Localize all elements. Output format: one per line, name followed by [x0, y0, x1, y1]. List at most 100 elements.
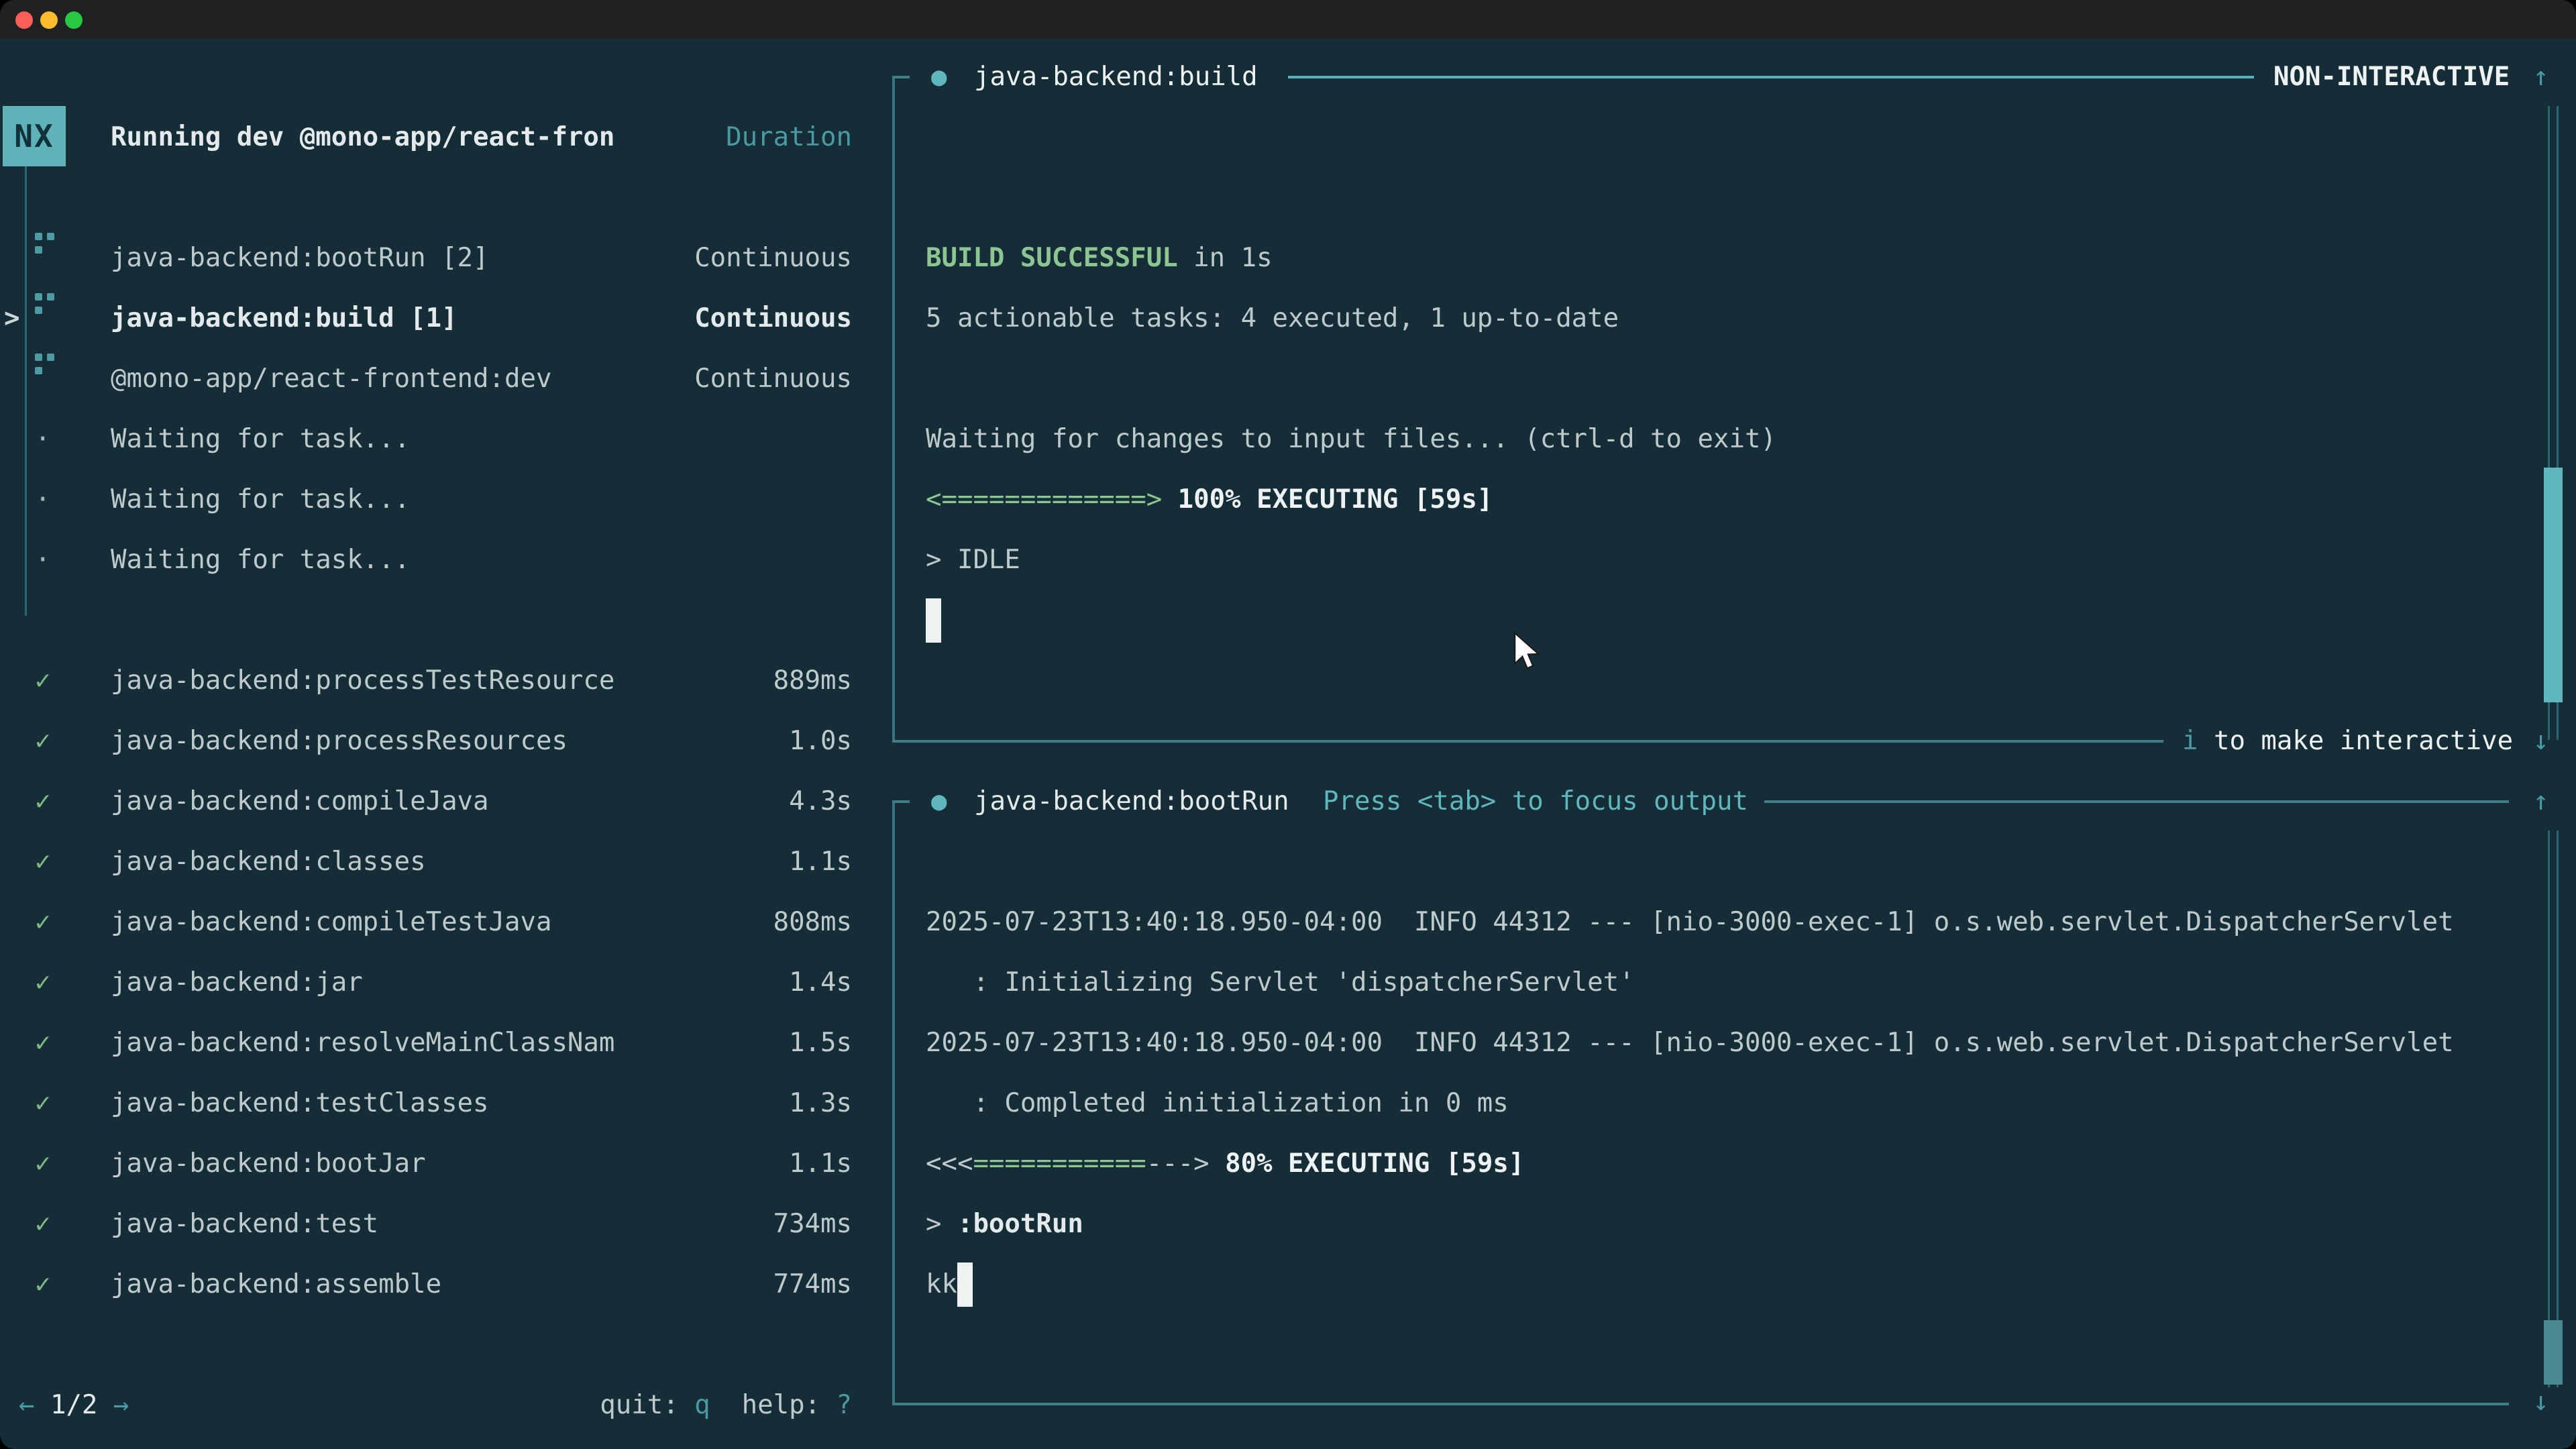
close-button[interactable]	[15, 11, 33, 29]
scroll-up-icon[interactable]: ↑	[2533, 47, 2548, 107]
check-icon: ✓	[35, 1134, 50, 1194]
task-duration: 1.0s	[111, 711, 852, 771]
build-scrollbar-thumb[interactable]	[2544, 468, 2563, 702]
check-icon: ✓	[35, 1254, 50, 1315]
selection-marker: >	[4, 288, 19, 349]
bootrun-scrollbar-track[interactable]	[2548, 830, 2559, 1387]
check-icon: ✓	[35, 953, 50, 1013]
log-line: : Completed initialization in 0 ms	[926, 1073, 1509, 1134]
progress-bar: ===========	[973, 1148, 1146, 1179]
bootrun-panel-title-rule	[1764, 800, 2509, 803]
interactive-hint-key: i	[2182, 726, 2198, 756]
nx-logo: NX	[3, 106, 66, 166]
log-line: 2025-07-23T13:40:18.950-04:00 INFO 44312…	[926, 892, 2454, 953]
spinner-icon	[35, 233, 42, 240]
build-panel-border-stub	[892, 76, 910, 78]
bootrun-progress-line: <<<===========---> 80% EXECUTING [59s]	[926, 1134, 1524, 1194]
waiting-dot-icon: ·	[35, 470, 50, 530]
waiting-dot-icon: ·	[35, 530, 50, 590]
minimize-button[interactable]	[40, 11, 58, 29]
check-icon: ✓	[35, 1194, 50, 1254]
maximize-button[interactable]	[65, 11, 83, 29]
task-status: Continuous	[111, 349, 852, 409]
build-progress-line: <=============> 100% EXECUTING [59s]	[926, 470, 1493, 530]
task-tree-line	[25, 166, 27, 616]
bootrun-scrollbar-thumb[interactable]	[2544, 1320, 2563, 1385]
build-result: BUILD SUCCESSFUL	[926, 243, 1178, 273]
prompt-line: > :bootRun	[926, 1194, 1083, 1254]
prompt-command: :bootRun	[957, 1209, 1083, 1239]
check-icon: ✓	[35, 711, 50, 771]
page-indicator: 1/2	[34, 1390, 113, 1420]
task-duration: 734ms	[111, 1194, 852, 1254]
interactive-hint: i to make interactive	[2182, 711, 2513, 771]
build-panel-bottom-border	[892, 740, 2163, 743]
help-key: ?	[837, 1390, 852, 1420]
noninteractive-badge: NON-INTERACTIVE	[2273, 47, 2510, 107]
mouse-cursor-icon	[1513, 632, 1542, 672]
check-icon: ✓	[35, 651, 50, 711]
check-icon: ✓	[35, 892, 50, 953]
task-duration: 1.1s	[111, 832, 852, 892]
quit-hint-label: quit:	[600, 1390, 694, 1420]
task-duration: 808ms	[111, 892, 852, 953]
check-icon: ✓	[35, 832, 50, 892]
page-prev-icon[interactable]: ←	[19, 1390, 34, 1420]
task-status: Continuous	[111, 228, 852, 288]
help-hint-label: help:	[742, 1390, 837, 1420]
check-icon: ✓	[35, 1013, 50, 1073]
scroll-down-icon[interactable]: ↓	[2533, 711, 2548, 771]
spinner-icon	[35, 354, 42, 361]
hint-gap	[710, 1390, 742, 1420]
terminal-cursor	[926, 598, 941, 643]
panel-bullet-icon: ●	[931, 47, 947, 107]
waiting-dot-icon: ·	[35, 409, 50, 470]
task-duration: 1.1s	[111, 1134, 852, 1194]
task-row[interactable]: Waiting for task...	[111, 409, 410, 470]
progress-bar: <=============>	[926, 484, 1162, 515]
progress-dashes: --->	[1146, 1148, 1210, 1179]
task-row[interactable]: Waiting for task...	[111, 530, 410, 590]
check-icon: ✓	[35, 771, 50, 832]
prompt-marker: >	[926, 1209, 957, 1239]
task-duration: 1.5s	[111, 1013, 852, 1073]
check-icon: ✓	[35, 1073, 50, 1134]
task-row[interactable]: Waiting for task...	[111, 470, 410, 530]
bootrun-panel-bottom-border	[892, 1403, 2509, 1405]
task-duration: 1.4s	[111, 953, 852, 1013]
bootrun-panel-title[interactable]: java-backend:bootRun	[974, 771, 1289, 832]
task-status: Continuous	[111, 288, 852, 349]
build-result-time: in 1s	[1178, 243, 1273, 273]
task-duration: 889ms	[111, 651, 852, 711]
log-line: 2025-07-23T13:40:18.950-04:00 INFO 44312…	[926, 1013, 2454, 1073]
build-waiting-line: Waiting for changes to input files... (c…	[926, 409, 1776, 470]
spinner-icon	[35, 293, 42, 301]
progress-label: 80% EXECUTING [59s]	[1210, 1148, 1525, 1179]
terminal-cursor	[957, 1263, 973, 1307]
build-panel-title[interactable]: java-backend:build	[974, 47, 1258, 107]
task-duration: 774ms	[111, 1254, 852, 1315]
bootrun-panel-border-stub	[892, 800, 910, 803]
log-line: : Initializing Servlet 'dispatcherServle…	[926, 953, 1635, 1013]
quit-key: q	[694, 1390, 710, 1420]
nx-tui: NX Running dev @mono-app/react-fron Dura…	[0, 39, 2576, 1449]
build-result-line: BUILD SUCCESSFUL in 1s	[926, 228, 1273, 288]
stdin-input[interactable]: kk	[926, 1254, 957, 1315]
focus-output-hint: Press <tab> to focus output	[1323, 771, 1748, 832]
bootrun-panel-border	[892, 800, 895, 1403]
task-duration: 1.3s	[111, 1073, 852, 1134]
duration-header: Duration	[111, 107, 852, 168]
idle-line: > IDLE	[926, 530, 1020, 590]
keyboard-hints: quit: q help: ?	[111, 1375, 852, 1436]
progress-prefix: <<<	[926, 1148, 973, 1179]
build-summary: 5 actionable tasks: 4 executed, 1 up-to-…	[926, 288, 1619, 349]
interactive-hint-text: to make interactive	[2198, 726, 2513, 756]
task-duration: 4.3s	[111, 771, 852, 832]
titlebar[interactable]	[0, 0, 2576, 39]
scroll-up-icon[interactable]: ↑	[2533, 771, 2548, 832]
build-panel-title-rule	[1288, 76, 2254, 78]
panel-bullet-icon: ●	[931, 771, 947, 832]
terminal-window: NX Running dev @mono-app/react-fron Dura…	[0, 0, 2576, 1449]
progress-label: 100% EXECUTING [59s]	[1162, 484, 1493, 515]
build-panel-border	[892, 76, 895, 743]
